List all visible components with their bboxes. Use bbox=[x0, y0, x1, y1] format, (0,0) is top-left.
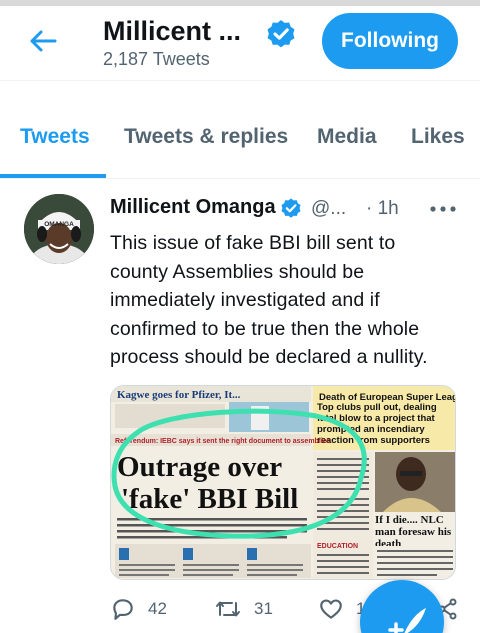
np-section-label: EDUCATION bbox=[317, 543, 358, 550]
verified-badge-icon bbox=[267, 20, 295, 48]
tab-tweets[interactable]: Tweets bbox=[20, 125, 90, 149]
like-button[interactable]: 1 bbox=[318, 596, 365, 622]
tweet-media-image[interactable]: Kagwe goes for Pfizer, It... Death of Eu… bbox=[110, 385, 456, 580]
profile-tabs: Tweets Tweets & replies Media Likes bbox=[0, 81, 480, 179]
reply-button[interactable]: 42 bbox=[110, 596, 167, 622]
tab-media[interactable]: Media bbox=[317, 125, 377, 149]
tweet-author-name[interactable]: Millicent Omanga bbox=[110, 196, 276, 219]
retweet-count: 31 bbox=[254, 599, 273, 618]
back-arrow-icon bbox=[30, 30, 57, 52]
reply-count: 42 bbox=[148, 599, 167, 618]
newspaper-photo: Kagwe goes for Pfizer, It... Death of Eu… bbox=[111, 386, 455, 579]
back-button[interactable] bbox=[22, 24, 64, 58]
tab-likes[interactable]: Likes bbox=[411, 125, 465, 149]
tab-tweets-replies[interactable]: Tweets & replies bbox=[124, 125, 288, 149]
tweet-timestamp[interactable]: · 1h bbox=[366, 198, 399, 220]
reply-icon bbox=[113, 599, 133, 620]
np-kicker: Referendum: IEBC says it sent the right … bbox=[115, 438, 331, 445]
tabs-divider bbox=[0, 178, 480, 179]
retweet-icon bbox=[216, 601, 240, 617]
profile-header: Millicent ... 2,187 Tweets Following bbox=[0, 6, 480, 80]
np-headline-line2: 'fake' BBI Bill bbox=[121, 483, 298, 515]
heart-icon bbox=[320, 599, 342, 619]
np-top-headline: Kagwe goes for Pfizer, It... bbox=[117, 389, 241, 401]
compose-feather-icon bbox=[388, 608, 426, 633]
retweet-button[interactable]: 31 bbox=[214, 596, 273, 622]
tweet-author-handle[interactable]: @... bbox=[311, 198, 346, 220]
np-side-story: If I die.... NLC man foresaw his death bbox=[375, 514, 452, 546]
np-headline-line1: Outrage over bbox=[117, 451, 282, 483]
more-options-icon[interactable] bbox=[428, 199, 458, 219]
verified-badge-icon bbox=[281, 198, 301, 218]
tweet-count: 2,187 Tweets bbox=[103, 49, 210, 69]
avatar-image: OMANGA bbox=[24, 194, 94, 264]
tweet-body: This issue of fake BBI bill sent to coun… bbox=[110, 232, 428, 368]
avatar-cap-text: OMANGA bbox=[44, 221, 74, 228]
compose-tweet-button[interactable] bbox=[360, 580, 444, 633]
profile-title: Millicent ... bbox=[103, 16, 242, 46]
following-button[interactable]: Following bbox=[322, 13, 458, 69]
avatar[interactable]: OMANGA bbox=[24, 194, 94, 264]
